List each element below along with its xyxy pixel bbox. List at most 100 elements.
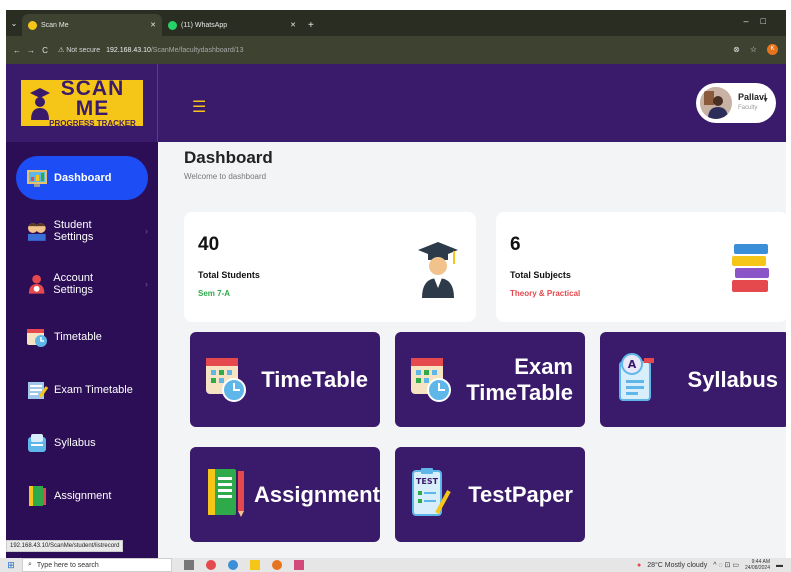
stat-value: 40 [198, 234, 220, 255]
sidebar-item-syllabus[interactable]: Syllabus [16, 421, 148, 465]
exam-timetable-icon [28, 382, 48, 399]
notebook-icon [208, 469, 244, 517]
new-tab-button[interactable]: + [302, 14, 320, 36]
tile-label: TimeTable [261, 366, 368, 392]
bookmark-star-icon[interactable]: ☆ [750, 45, 757, 54]
sidebar: Dashboard Student Settings › Account Set… [6, 142, 158, 558]
file-explorer-icon[interactable] [250, 560, 260, 570]
stat-card-total-students: 40 Total Students Sem 7-A [184, 212, 476, 322]
app-header: SCAN ME PROGRESS TRACKER ☰ Pallavi Facul… [6, 64, 786, 142]
books-icon [732, 244, 769, 292]
tile-testpaper[interactable]: TEST TestPaper [395, 447, 585, 542]
avatar [700, 87, 732, 119]
test-paper-icon: TEST [412, 468, 451, 516]
sidebar-item-account-settings[interactable]: Account Settings › [16, 262, 148, 306]
stat-card-total-subjects: 6 Total Subjects Theory & Practical [496, 212, 786, 322]
clock-date: 24/08/2024 [744, 565, 770, 571]
tab-search-icon[interactable]: ⌄ [6, 10, 22, 36]
tile-timetable[interactable]: TimeTable [190, 332, 380, 427]
tile-syllabus[interactable]: A Syllabus [600, 332, 786, 427]
tab-title: (11) WhatsApp [181, 21, 228, 29]
tile-label: Assignment [254, 481, 380, 507]
tile-label: Exam TimeTable [466, 353, 573, 405]
syllabus-icon [28, 434, 46, 452]
account-icon [28, 274, 45, 294]
os-taskbar: ⊞ ⌕ Type here to search ● 28°C Mostly cl… [0, 558, 791, 572]
edge-icon[interactable] [228, 560, 238, 570]
sidebar-item-label: Student Settings [53, 219, 94, 243]
caret-down-icon[interactable]: ▼ [762, 97, 769, 104]
page-subtitle: Welcome to dashboard [184, 172, 267, 181]
logo-container: SCAN ME PROGRESS TRACKER [6, 64, 158, 142]
hamburger-menu-icon[interactable]: ☰ [192, 97, 206, 117]
browser-tab-whatsapp[interactable]: (11) WhatsApp ✕ [162, 14, 302, 36]
sidebar-item-assignment[interactable]: Assignment [16, 474, 148, 518]
tab-title: Scan Me [41, 21, 69, 29]
stat-note: Sem 7-A [198, 289, 231, 298]
windows-start-icon[interactable]: ⊞ [0, 560, 22, 571]
logo-subtitle: PROGRESS TRACKER [49, 118, 136, 128]
task-view-icon[interactable] [184, 560, 194, 570]
sidebar-item-label: Account Settings [53, 272, 93, 296]
stat-label: Total Subjects [510, 270, 571, 280]
stat-value: 6 [510, 234, 521, 255]
forward-icon[interactable]: → [24, 46, 38, 55]
user-menu[interactable]: Pallavi Faculty ▼ [696, 83, 776, 123]
sidebar-item-label: Dashboard [54, 172, 112, 184]
app-logo[interactable]: SCAN ME PROGRESS TRACKER [20, 76, 143, 128]
whatsapp-favicon-icon [168, 20, 177, 30]
window-controls[interactable]: –□ [744, 16, 778, 26]
stat-note: Theory & Practical [510, 289, 581, 298]
taskbar-search-input[interactable]: ⌕ Type here to search [22, 558, 172, 572]
browser-tab-bar: ⌄ Scan Me ✕ (11) WhatsApp ✕ + –□ [6, 10, 786, 36]
students-icon [27, 223, 46, 241]
graduate-logo-icon [29, 88, 50, 120]
browser-window: ⌄ Scan Me ✕ (11) WhatsApp ✕ + –□ ← → C ⚠… [6, 10, 786, 558]
sidebar-item-label: Syllabus [54, 437, 96, 449]
tray-icons[interactable]: ^ ◌ ⊡ ▭ [713, 561, 739, 569]
close-tab-icon[interactable]: ✕ [290, 21, 296, 29]
url-field[interactable]: 192.168.43.10/ScanMe/facultydashboard/13 [106, 47, 243, 54]
reload-icon[interactable]: C [38, 46, 52, 55]
sidebar-item-exam-timetable[interactable]: Exam Timetable [16, 368, 148, 412]
tile-assignment[interactable]: Assignment [190, 447, 380, 542]
weather-icon: ● [636, 561, 642, 569]
search-icon: ⌕ [28, 561, 32, 568]
calendar-clock-icon [206, 358, 246, 402]
svg-text:A: A [628, 358, 637, 371]
search-placeholder: Type here to search [36, 561, 99, 569]
chrome-icon[interactable] [206, 560, 216, 570]
weather-text[interactable]: 28°C Mostly cloudy [647, 562, 707, 569]
profile-avatar[interactable]: K [767, 44, 778, 55]
stat-label: Total Students [198, 270, 260, 280]
firefox-icon[interactable] [272, 560, 282, 570]
key-icon[interactable]: ⊗ [733, 45, 740, 54]
sidebar-item-label: Exam Timetable [54, 384, 133, 396]
back-icon[interactable]: ← [10, 46, 24, 55]
main-content: Dashboard Welcome to dashboard 40 Total … [158, 142, 786, 558]
sidebar-item-student-settings[interactable]: Student Settings › [16, 209, 148, 253]
close-tab-icon[interactable]: ✕ [150, 21, 156, 29]
sidebar-item-timetable[interactable]: Timetable [16, 315, 148, 359]
logo-title: SCAN ME [60, 76, 125, 120]
dashboard-icon [27, 170, 47, 187]
taskbar-clock[interactable]: 9:44 AM 24/08/2024 [745, 559, 770, 571]
sidebar-item-label: Assignment [54, 490, 112, 502]
user-photo-icon [700, 87, 732, 119]
app-root: SCAN ME PROGRESS TRACKER ☰ Pallavi Facul… [6, 64, 786, 558]
tile-exam-timetable[interactable]: Exam TimeTable [395, 332, 585, 427]
browser-tab-scanme[interactable]: Scan Me ✕ [22, 14, 162, 36]
graduate-icon [418, 242, 458, 298]
address-bar: ← → C ⚠ Not secure 192.168.43.10/ScanMe/… [6, 36, 786, 64]
notification-icon[interactable]: ▬ [776, 562, 783, 569]
assignment-icon [29, 486, 46, 506]
store-icon[interactable] [294, 560, 304, 570]
tile-label: Syllabus [687, 366, 778, 392]
timetable-icon [27, 329, 47, 347]
status-bar-url: 192.168.43.10/ScanMe/student/listrecord [6, 540, 124, 552]
sidebar-item-dashboard[interactable]: Dashboard [16, 156, 148, 200]
tile-label: TestPaper [468, 481, 573, 507]
address-bar-actions: ⊗ ☆ K [733, 44, 778, 55]
syllabus-doc-icon: A [619, 353, 654, 401]
not-secure-badge[interactable]: ⚠ Not secure [58, 46, 100, 54]
